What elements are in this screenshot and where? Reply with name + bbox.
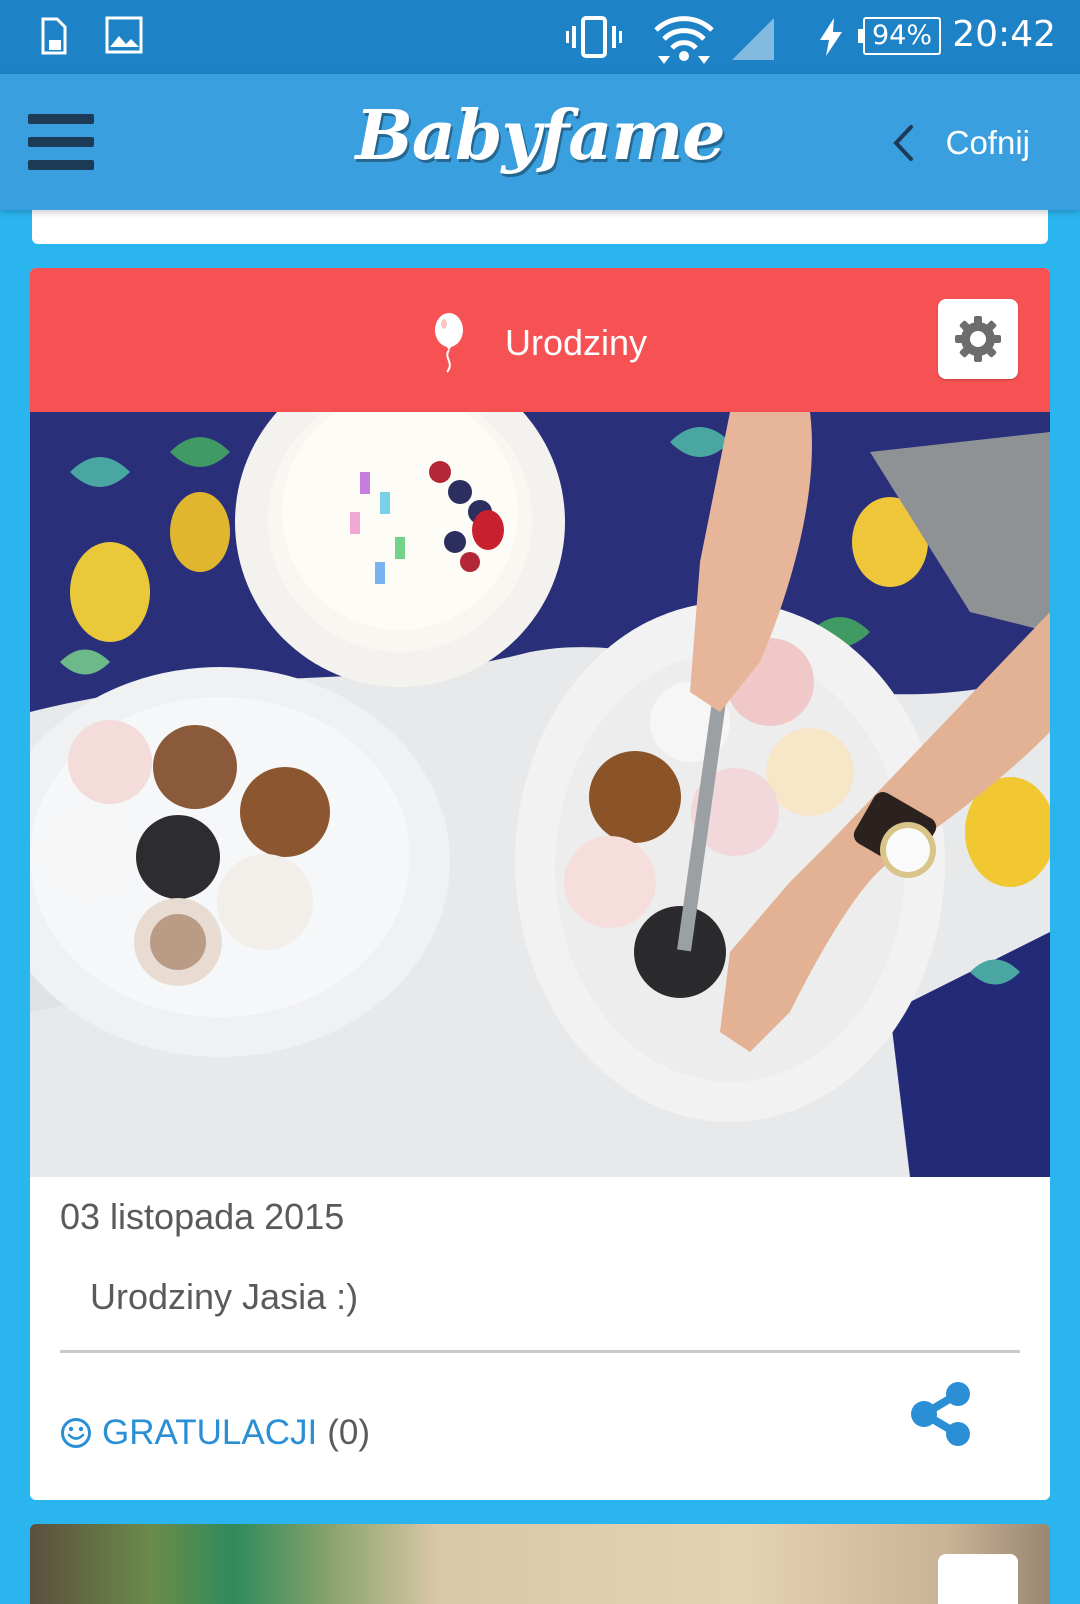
smiley-icon — [61, 1418, 91, 1448]
clock: 20:42 — [952, 14, 1056, 55]
congratulations-label: GRATULACJI — [102, 1413, 318, 1452]
sd-card-icon — [41, 17, 67, 55]
birthday-cake-photo — [30, 412, 1050, 1177]
next-post-card[interactable] — [30, 1524, 1050, 1604]
share-icon — [911, 1382, 970, 1446]
next-settings-button[interactable] — [938, 1554, 1018, 1604]
charging-icon — [820, 18, 842, 56]
gear-icon — [955, 316, 1001, 362]
post-photo[interactable] — [30, 412, 1050, 1177]
congratulations-count: (0) — [327, 1413, 370, 1452]
battery-indicator: 94% — [858, 17, 941, 55]
status-bar: 94% 20:42 — [0, 0, 1080, 74]
post-category: Urodziny — [30, 312, 1050, 374]
back-button[interactable]: Cofnij — [892, 118, 1030, 168]
post-header: Urodziny — [30, 268, 1050, 412]
congratulations-button[interactable]: GRATULACJI (0) — [60, 1408, 370, 1458]
image-icon — [105, 16, 143, 54]
cell-signal-icon — [732, 18, 774, 60]
vibrate-icon — [566, 16, 622, 58]
post-date: 03 listopada 2015 — [60, 1196, 345, 1237]
divider — [60, 1350, 1020, 1353]
post-category-label: Urodziny — [504, 322, 648, 363]
chevron-left-icon — [892, 125, 913, 161]
back-label: Cofnij — [945, 124, 1030, 161]
balloon-icon — [434, 313, 463, 373]
wifi-icon — [654, 16, 714, 64]
post-card: Urodziny 03 listopada 2015 Urodziny Jasi… — [30, 268, 1050, 1500]
settings-button[interactable] — [938, 299, 1018, 379]
post-description: Urodziny Jasia :) — [90, 1276, 359, 1317]
app-bar: Babyfame Cofnij — [0, 74, 1080, 210]
share-button[interactable] — [910, 1382, 972, 1446]
